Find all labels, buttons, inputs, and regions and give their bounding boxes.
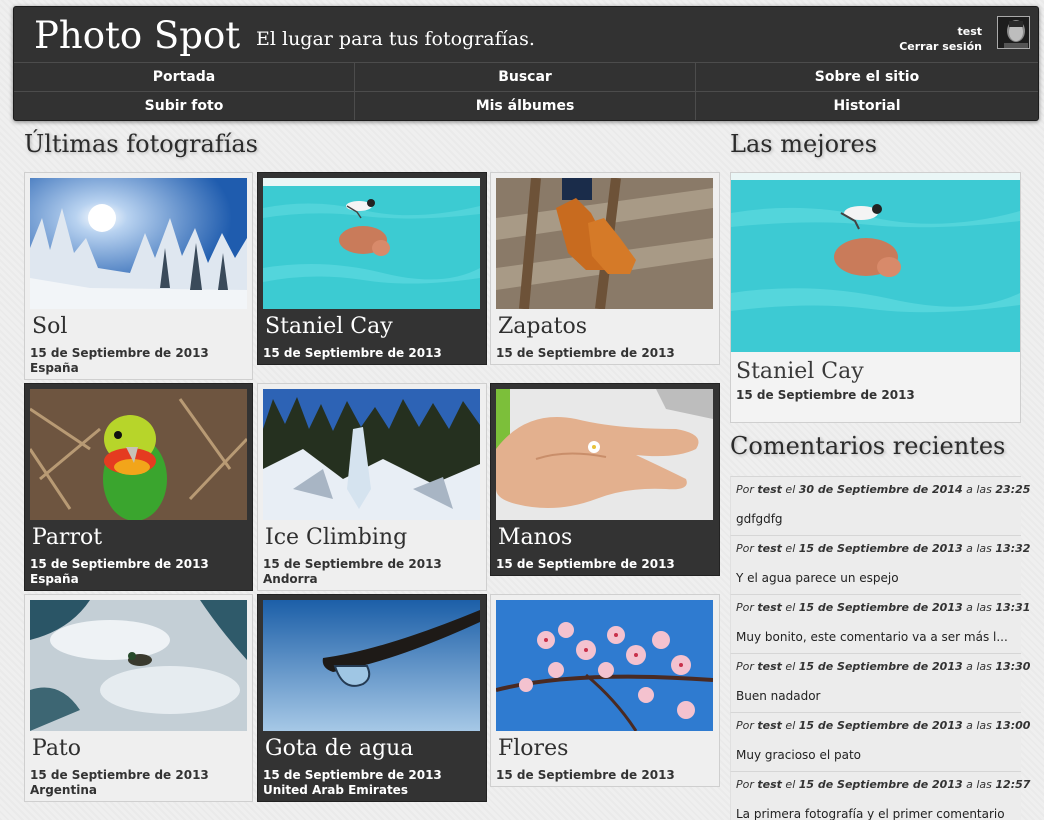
comment-time: 13:30 [995,660,1031,673]
comment-meta: Por test el 15 de Septiembre de 2013 a l… [736,601,1031,614]
photo-thumb-gota-de-agua[interactable] [263,600,480,731]
comment-text[interactable]: gdfgdfg [736,512,1018,526]
comment-time: 13:31 [995,601,1031,614]
comment-user[interactable]: test [757,483,782,496]
comment-meta: Por test el 15 de Septiembre de 2013 a l… [736,542,1031,555]
best-photo-title[interactable]: Staniel Cay [736,359,864,384]
comment-meta: Por test el 15 de Septiembre de 2013 a l… [736,719,1031,732]
comment-time: 13:00 [995,719,1031,732]
site-logo[interactable]: Photo Spot [34,14,240,57]
photo-thumb-zapatos[interactable] [496,178,713,309]
nav-subir-foto[interactable]: Subir foto [14,91,355,120]
photo-title[interactable]: Ice Climbing [265,525,407,550]
comment-text[interactable]: Buen nadador [736,689,1018,703]
comments-heading: Comentarios recientes [730,432,1006,460]
user-name-link[interactable]: test [899,24,982,39]
comment-text[interactable]: Muy bonito, este comentario va a ser más… [736,630,1018,644]
comment-meta: Por test el 30 de Septiembre de 2014 a l… [736,483,1031,496]
nav-sobre-el-sitio[interactable]: Sobre el sitio [696,62,1038,91]
photo-place: España [30,572,79,586]
photo-title[interactable]: Gota de agua [265,736,413,761]
best-photo-card[interactable]: Staniel Cay 15 de Septiembre de 2013 [730,172,1021,423]
site-tagline: El lugar para tus fotografías. [256,28,535,50]
comment-user[interactable]: test [757,719,782,732]
logout-link[interactable]: Cerrar sesión [899,39,982,54]
photo-card-pato[interactable]: Pato 15 de Septiembre de 2013 Argentina [24,594,253,802]
nav-historial[interactable]: Historial [696,91,1038,120]
photo-thumb-pato[interactable] [30,600,247,731]
photo-date: 15 de Septiembre de 2013 [263,768,442,782]
photo-date: 15 de Septiembre de 2013 [30,768,209,782]
comment-item[interactable]: Por test el 15 de Septiembre de 2013 a l… [730,712,1030,771]
nav-portada[interactable]: Portada [14,62,355,91]
photo-thumb-parrot[interactable] [30,389,247,520]
photo-thumb-staniel-cay[interactable] [263,178,480,309]
latest-heading: Últimas fotografías [24,130,258,158]
photo-date: 15 de Septiembre de 2013 [30,557,209,571]
photo-date: 15 de Septiembre de 2013 [263,557,442,571]
comment-date: 15 de Septiembre de 2013 [798,778,963,791]
photo-title[interactable]: Manos [498,525,572,550]
comment-user[interactable]: test [757,542,782,555]
photo-thumb-ice-climbing[interactable] [263,389,480,520]
photo-date: 15 de Septiembre de 2013 [496,768,675,782]
photo-title[interactable]: Parrot [32,525,102,550]
photo-title[interactable]: Sol [32,314,67,339]
user-box: test Cerrar sesión [899,24,982,54]
comment-user[interactable]: test [757,601,782,614]
nav-buscar[interactable]: Buscar [355,62,696,91]
comment-date: 30 de Septiembre de 2014 [798,483,963,496]
photo-card-zapatos[interactable]: Zapatos 15 de Septiembre de 2013 [490,172,720,365]
photo-date: 15 de Septiembre de 2013 [263,346,442,360]
photo-card-ice-climbing[interactable]: Ice Climbing 15 de Septiembre de 2013 An… [257,383,487,591]
comment-text[interactable]: Muy gracioso el pato [736,748,1018,762]
nav-mis-albumes[interactable]: Mis álbumes [355,91,696,120]
comment-meta: Por test el 15 de Septiembre de 2013 a l… [736,660,1031,673]
best-photo-image[interactable] [731,173,1020,352]
comment-user[interactable]: test [757,778,782,791]
photo-date: 15 de Septiembre de 2013 [496,557,675,571]
photo-card-sol[interactable]: Sol 15 de Septiembre de 2013 España [24,172,253,380]
comment-time: 13:32 [995,542,1031,555]
comment-text[interactable]: La primera fotografía y el primer coment… [736,807,1018,820]
photo-title[interactable]: Staniel Cay [265,314,393,339]
comment-item[interactable]: Por test el 15 de Septiembre de 2013 a l… [730,535,1030,594]
main-nav: Portada Buscar Sobre el sitio Subir foto… [14,62,1038,120]
photo-date: 15 de Septiembre de 2013 [496,346,675,360]
comment-date: 15 de Septiembre de 2013 [798,719,963,732]
best-photo-date: 15 de Septiembre de 2013 [736,388,915,402]
comment-user[interactable]: test [757,660,782,673]
comment-date: 15 de Septiembre de 2013 [798,542,963,555]
photo-title[interactable]: Flores [498,736,568,761]
photo-card-flores[interactable]: Flores 15 de Septiembre de 2013 [490,594,720,787]
photo-place: Andorra [263,572,318,586]
comment-text[interactable]: Y el agua parece un espejo [736,571,1018,585]
comment-time: 23:25 [995,483,1031,496]
photo-card-gota-de-agua[interactable]: Gota de agua 15 de Septiembre de 2013 Un… [257,594,487,802]
comment-item[interactable]: Por test el 15 de Septiembre de 2013 a l… [730,594,1030,653]
comment-item[interactable]: Por test el 15 de Septiembre de 2013 a l… [730,653,1030,712]
site-header: Photo Spot El lugar para tus fotografías… [13,6,1039,121]
photo-card-manos[interactable]: Manos 15 de Septiembre de 2013 [490,383,720,576]
comment-date: 15 de Septiembre de 2013 [798,660,963,673]
photo-place: España [30,361,79,375]
photo-card-parrot[interactable]: Parrot 15 de Septiembre de 2013 España [24,383,253,591]
photo-title[interactable]: Zapatos [498,314,587,339]
recent-comments-list: Por test el 30 de Septiembre de 2014 a l… [730,476,1030,820]
photo-thumb-sol[interactable] [30,178,247,309]
photo-thumb-flores[interactable] [496,600,713,731]
photo-thumb-manos[interactable] [496,389,713,520]
photo-title[interactable]: Pato [32,736,81,761]
comment-meta: Por test el 15 de Septiembre de 2013 a l… [736,778,1031,791]
avatar[interactable] [997,16,1030,49]
comment-time: 12:57 [995,778,1031,791]
comment-item[interactable]: Por test el 30 de Septiembre de 2014 a l… [730,476,1030,535]
comment-item[interactable]: Por test el 15 de Septiembre de 2013 a l… [730,771,1030,820]
photo-date: 15 de Septiembre de 2013 [30,346,209,360]
photo-place: Argentina [30,783,97,797]
photo-card-staniel-cay[interactable]: Staniel Cay 15 de Septiembre de 2013 [257,172,487,365]
photo-place: United Arab Emirates [263,783,408,797]
comment-date: 15 de Septiembre de 2013 [798,601,963,614]
best-heading: Las mejores [730,130,878,158]
